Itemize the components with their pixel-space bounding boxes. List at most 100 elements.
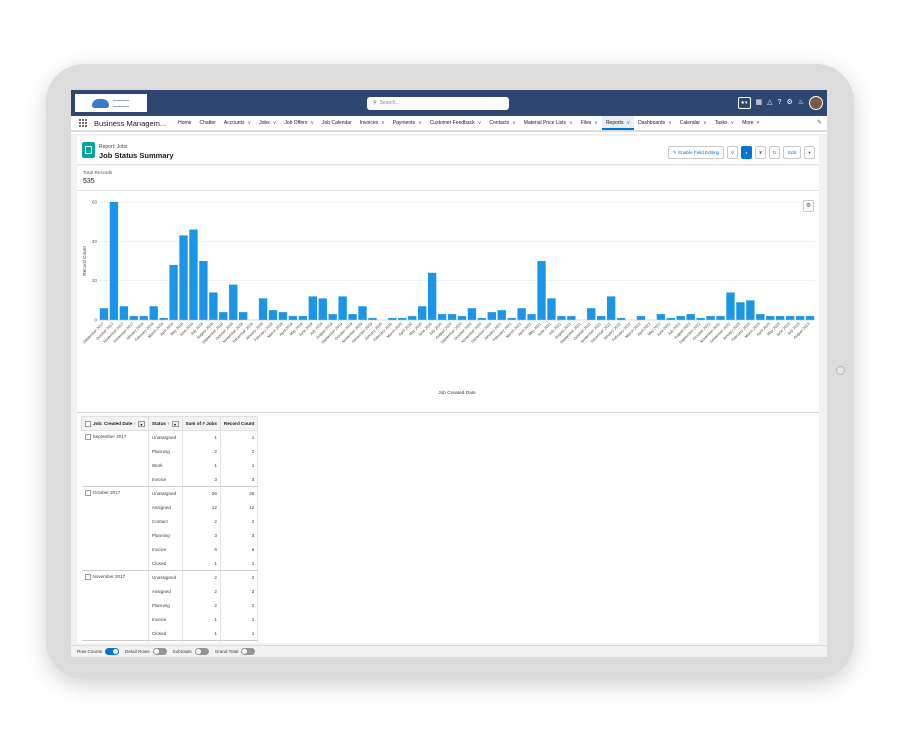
toggle-grand-total[interactable]: Grand Total bbox=[215, 648, 256, 655]
bar-august-2019 bbox=[328, 314, 337, 320]
chevron-down-icon[interactable]: ∨ bbox=[310, 120, 314, 126]
bar-october-2020 bbox=[467, 308, 477, 320]
nav-item-accounts[interactable]: Accounts ∨ bbox=[220, 116, 255, 130]
y-tick-label: 40 bbox=[92, 239, 98, 244]
checkbox[interactable] bbox=[84, 574, 91, 580]
edit-button[interactable]: Edit bbox=[783, 146, 801, 159]
company-logo[interactable] bbox=[75, 94, 147, 112]
chevron-down-icon[interactable]: ∨ bbox=[731, 120, 735, 126]
bar-june-2020 bbox=[427, 272, 437, 320]
global-search-input[interactable]: ⚲ Search... bbox=[367, 97, 509, 110]
apps-icon[interactable]: ▦ bbox=[756, 98, 763, 108]
nav-item-payments[interactable]: Payments ∨ bbox=[389, 116, 426, 130]
chevron-down-icon[interactable]: ∨ bbox=[668, 120, 672, 126]
chevron-down-icon[interactable]: ∨ bbox=[703, 120, 707, 126]
column-menu-icon[interactable]: ▾ bbox=[137, 420, 145, 427]
y-tick-label: 0 bbox=[94, 318, 97, 323]
record-count-cell: 12 bbox=[220, 500, 259, 515]
chevron-down-icon[interactable]: ∨ bbox=[273, 120, 277, 126]
help-icon[interactable]: ? bbox=[778, 98, 782, 108]
search-icon: ⚲ bbox=[373, 100, 377, 106]
chart-toggle-button[interactable]: ◐ bbox=[741, 146, 753, 159]
search-report-button[interactable]: ⚲ bbox=[727, 146, 739, 159]
record-count-cell: 1 bbox=[220, 626, 259, 641]
column-header-label: Job: Created Date bbox=[93, 420, 133, 426]
chevron-down-icon[interactable]: ∨ bbox=[247, 120, 251, 126]
bell-icon[interactable]: ♨ bbox=[798, 98, 804, 108]
bar-november-2017 bbox=[119, 306, 129, 320]
chevron-down-icon[interactable]: ∨ bbox=[569, 120, 573, 126]
nav-item-dashboards[interactable]: Dashboards ∨ bbox=[634, 116, 676, 130]
gear-icon: ⚙ bbox=[805, 203, 812, 209]
nav-item-material-price-lists[interactable]: Material Price Lists ∨ bbox=[520, 116, 577, 130]
nav-item-home[interactable]: Home bbox=[174, 116, 195, 130]
toggle-switch[interactable] bbox=[194, 648, 209, 655]
chevron-down-icon[interactable]: ∨ bbox=[594, 120, 598, 126]
record-count-cell: 2 bbox=[220, 514, 259, 529]
column-header-sum-jobs[interactable]: Sum of # Jobs bbox=[181, 416, 221, 431]
app-launcher-icon[interactable] bbox=[79, 118, 88, 128]
refresh-button[interactable]: ↻ bbox=[769, 146, 781, 159]
bar-july-2021 bbox=[557, 316, 566, 320]
column-header-record-count[interactable]: Record Count bbox=[219, 416, 259, 431]
filter-icon: ▼ bbox=[758, 150, 763, 155]
chart-settings-button[interactable]: ⚙ bbox=[803, 200, 814, 212]
nav-item-contacts[interactable]: Contacts ∨ bbox=[485, 116, 519, 130]
column-menu-icon[interactable]: ▾ bbox=[171, 420, 179, 427]
toggle-subtotals[interactable]: Subtotals bbox=[173, 648, 209, 655]
bar-september-2017 bbox=[99, 308, 109, 320]
chevron-down-icon[interactable]: ∨ bbox=[418, 120, 422, 126]
bar-july-2020 bbox=[437, 314, 447, 320]
nav-item-job-offers[interactable]: Job Offers ∨ bbox=[280, 116, 318, 130]
column-header-created-date[interactable]: Job: Created Date ↑ ▾ bbox=[81, 416, 149, 431]
nav-item-reports[interactable]: Reports ∨ bbox=[601, 116, 635, 130]
toggle-row-counts[interactable]: Row Counts bbox=[77, 648, 120, 655]
nav-item-jobs[interactable]: Jobs ∨ bbox=[255, 116, 280, 130]
sum-jobs-cell: 2 bbox=[182, 640, 221, 643]
chevron-down-icon[interactable]: ▾ bbox=[757, 120, 760, 126]
refresh-icon: ↻ bbox=[772, 150, 777, 155]
nav-item-tasks[interactable]: Tasks ∨ bbox=[711, 116, 738, 130]
column-header-status[interactable]: Status ↑ ▾ bbox=[147, 416, 183, 431]
avatar[interactable] bbox=[809, 96, 823, 110]
checkbox[interactable] bbox=[85, 420, 91, 427]
notifications-icon[interactable]: △ bbox=[767, 98, 772, 108]
more-actions-button[interactable]: ▾ bbox=[804, 146, 815, 159]
bar-may-2023 bbox=[776, 316, 785, 320]
bar-october-2019 bbox=[348, 314, 357, 320]
column-header-label: Status bbox=[151, 420, 166, 426]
nav-item-job-calendar[interactable]: Job Calendar bbox=[318, 116, 356, 130]
nav-item-label: Chatter bbox=[199, 120, 216, 126]
status-cell: Closed bbox=[148, 556, 183, 571]
edit-nav-icon[interactable]: ✎ bbox=[817, 119, 822, 126]
checkbox[interactable] bbox=[84, 490, 91, 496]
chevron-down-icon[interactable]: ∨ bbox=[512, 120, 516, 126]
setup-icon[interactable]: ⚙ bbox=[786, 98, 792, 108]
toggle-detail-rows[interactable]: Detail Rows bbox=[125, 648, 167, 655]
sum-jobs-cell: 2 bbox=[182, 444, 221, 459]
bar-september-2020 bbox=[457, 316, 467, 320]
record-count-cell: 1 bbox=[220, 430, 259, 445]
enable-field-editing-button[interactable]: ✎ Enable Field Editing bbox=[668, 146, 725, 159]
toggle-switch[interactable] bbox=[105, 648, 120, 655]
chevron-down-icon[interactable]: ∨ bbox=[478, 120, 482, 126]
chevron-down-icon[interactable]: ∨ bbox=[626, 120, 630, 126]
nav-item-calendar[interactable]: Calendar ∨ bbox=[676, 116, 711, 130]
bar-november-2018 bbox=[239, 312, 248, 320]
nav-item-more[interactable]: More ▾ bbox=[738, 116, 763, 130]
record-count-cell: 2 bbox=[220, 570, 259, 585]
checkbox[interactable] bbox=[84, 434, 91, 440]
filter-button[interactable]: ▼ bbox=[755, 146, 767, 159]
toggle-switch[interactable] bbox=[152, 648, 167, 655]
header-utility-icons: ★▾ ▦ △ ? ⚙ ♨ bbox=[737, 94, 823, 112]
chevron-down-icon[interactable]: ∨ bbox=[381, 120, 385, 126]
nav-item-customer-feedback[interactable]: Customer Feedback ∨ bbox=[426, 116, 486, 130]
nav-item-invoices[interactable]: Invoices ∨ bbox=[356, 116, 389, 130]
summary-table: Job: Created Date ↑ ▾ Status ↑ ▾ Sum of # … bbox=[81, 416, 259, 643]
app-screen: ⚲ Search... ★▾ ▦ △ ? ⚙ ♨ Business Managem… bbox=[71, 90, 827, 657]
nav-item-files[interactable]: Files ∨ bbox=[577, 116, 602, 130]
toggle-switch[interactable] bbox=[241, 648, 256, 655]
favorites-icon[interactable]: ★▾ bbox=[737, 97, 751, 109]
bar-may-2022 bbox=[656, 314, 666, 320]
nav-item-chatter[interactable]: Chatter bbox=[195, 116, 219, 130]
